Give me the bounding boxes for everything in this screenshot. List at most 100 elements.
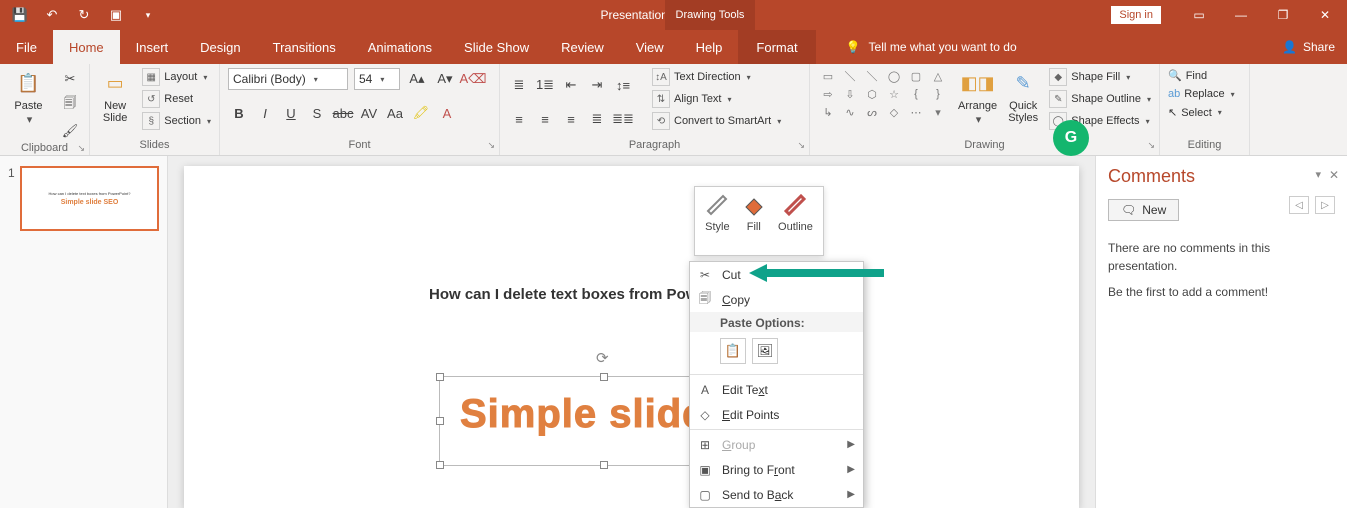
- tab-home[interactable]: Home: [53, 30, 120, 64]
- ctx-copy[interactable]: 🗐Copy: [690, 287, 863, 312]
- shape-freeform-icon[interactable]: ᔕ: [862, 104, 882, 120]
- undo-icon[interactable]: ↶: [42, 5, 62, 25]
- grammarly-badge-icon[interactable]: G: [1053, 120, 1089, 156]
- cut-button[interactable]: ✂: [59, 68, 81, 90]
- resize-handle[interactable]: [436, 373, 444, 381]
- copy-button[interactable]: 🗐: [59, 94, 81, 116]
- new-slide-button[interactable]: ▭ New Slide: [98, 68, 132, 124]
- text-direction-button[interactable]: ↕AText Direction▾: [652, 68, 781, 86]
- highlight-button[interactable]: 🖍: [410, 102, 432, 124]
- restore-icon[interactable]: ❐: [1269, 5, 1297, 25]
- ctx-edit-points[interactable]: ◇Edit Points: [690, 402, 863, 427]
- shape-rectangle-icon[interactable]: ▭: [818, 68, 838, 84]
- dialog-launcher-icon[interactable]: ↘: [1147, 140, 1155, 151]
- bold-button[interactable]: B: [228, 102, 250, 124]
- start-from-beginning-icon[interactable]: ▣: [106, 5, 126, 25]
- tab-review[interactable]: Review: [545, 30, 620, 64]
- replace-button[interactable]: abReplace▾: [1168, 87, 1241, 101]
- tab-format[interactable]: Format: [738, 30, 815, 64]
- tab-file[interactable]: File: [0, 30, 53, 64]
- pane-options-icon[interactable]: ▾: [1315, 168, 1321, 181]
- shape-more2-icon[interactable]: ▾: [928, 104, 948, 120]
- close-icon[interactable]: ✕: [1311, 5, 1339, 25]
- shape-more-icon[interactable]: ⋯: [906, 104, 926, 120]
- bullets-button[interactable]: ≣: [508, 74, 530, 96]
- paste-use-destination-theme[interactable]: 📋: [720, 338, 746, 364]
- resize-handle[interactable]: [436, 417, 444, 425]
- mini-style-button[interactable]: Style: [705, 193, 729, 253]
- slide-thumbnail-1[interactable]: How can I delete text boxes from PowerPo…: [20, 166, 159, 231]
- tab-slideshow[interactable]: Slide Show: [448, 30, 545, 64]
- tab-design[interactable]: Design: [184, 30, 256, 64]
- paste-picture[interactable]: 🖼: [752, 338, 778, 364]
- slide-thumbnail-pane[interactable]: 1 How can I delete text boxes from Power…: [0, 156, 168, 508]
- font-name-combo[interactable]: Calibri (Body)▾: [228, 68, 348, 90]
- ribbon-display-options-icon[interactable]: ▭: [1185, 5, 1213, 25]
- italic-button[interactable]: I: [254, 102, 276, 124]
- reset-button[interactable]: ↺Reset: [142, 90, 211, 108]
- dialog-launcher-icon[interactable]: ↘: [797, 140, 805, 151]
- layout-button[interactable]: ▦Layout▾: [142, 68, 211, 86]
- shape-arrow2-icon[interactable]: ⇩: [840, 86, 860, 102]
- section-button[interactable]: §Section▾: [142, 112, 211, 130]
- dialog-launcher-icon[interactable]: ↘: [487, 140, 495, 151]
- columns-button[interactable]: ≣≣: [612, 108, 634, 130]
- select-button[interactable]: ↖Select▾: [1168, 105, 1241, 120]
- ctx-bring-to-front[interactable]: ▣Bring to Front▶: [690, 457, 863, 482]
- underline-button[interactable]: U: [280, 102, 302, 124]
- save-icon[interactable]: 💾: [10, 5, 30, 25]
- slide-surface[interactable]: Style Fill Outline How can I delete text…: [184, 166, 1079, 508]
- find-button[interactable]: 🔍Find: [1168, 68, 1241, 83]
- align-right-button[interactable]: ≡: [560, 108, 582, 130]
- tab-animations[interactable]: Animations: [352, 30, 448, 64]
- shape-callout-icon[interactable]: ◇: [884, 104, 904, 120]
- sign-in-button[interactable]: Sign in: [1111, 6, 1161, 24]
- strikethrough-button[interactable]: abc: [332, 102, 354, 124]
- clear-formatting-icon[interactable]: A⌫: [462, 68, 484, 90]
- numbering-button[interactable]: 1≣: [534, 74, 556, 96]
- shape-fill-button[interactable]: ◆Shape Fill▾: [1049, 68, 1151, 86]
- align-text-button[interactable]: ⇅Align Text▾: [652, 90, 781, 108]
- font-size-combo[interactable]: 54▾: [354, 68, 400, 90]
- shape-triangle-icon[interactable]: △: [928, 68, 948, 84]
- shape-arrow-icon[interactable]: ⇨: [818, 86, 838, 102]
- font-color-button[interactable]: A: [436, 102, 458, 124]
- resize-handle[interactable]: [436, 461, 444, 469]
- line-spacing-button[interactable]: ↕≡: [612, 74, 634, 96]
- shape-hex-icon[interactable]: ⬡: [862, 86, 882, 102]
- shape-outline-button[interactable]: ✎Shape Outline▾: [1049, 90, 1151, 108]
- ctx-send-to-back[interactable]: ▢Send to Back▶: [690, 482, 863, 507]
- shape-brace2-icon[interactable]: }: [928, 86, 948, 102]
- shape-connector-icon[interactable]: ↳: [818, 104, 838, 120]
- shape-curve-icon[interactable]: ∿: [840, 104, 860, 120]
- shape-brace-icon[interactable]: {: [906, 86, 926, 102]
- align-center-button[interactable]: ≡: [534, 108, 556, 130]
- shapes-gallery[interactable]: ▭ ＼ ＼ ◯ ▢ △ ⇨ ⇩ ⬡ ☆ { } ↳ ∿ ᔕ ◇ ⋯ ▾: [818, 68, 948, 120]
- tab-help[interactable]: Help: [680, 30, 739, 64]
- resize-handle[interactable]: [600, 373, 608, 381]
- convert-smartart-button[interactable]: ⟲Convert to SmartArt▾: [652, 112, 781, 130]
- tab-view[interactable]: View: [620, 30, 680, 64]
- ctx-edit-text[interactable]: AEdit Text: [690, 377, 863, 402]
- format-painter-button[interactable]: 🖌: [59, 120, 81, 142]
- shape-oval-icon[interactable]: ◯: [884, 68, 904, 84]
- decrease-font-icon[interactable]: A▾: [434, 68, 456, 90]
- dialog-launcher-icon[interactable]: ↘: [77, 143, 85, 154]
- minimize-icon[interactable]: —: [1227, 5, 1255, 25]
- next-comment-icon[interactable]: ▷: [1315, 196, 1335, 214]
- increase-indent-button[interactable]: ⇥: [586, 74, 608, 96]
- justify-button[interactable]: ≣: [586, 108, 608, 130]
- ctx-cut[interactable]: ✂Cut: [690, 262, 863, 287]
- rotation-handle-icon[interactable]: ⟳: [596, 349, 612, 365]
- increase-font-icon[interactable]: A▴: [406, 68, 428, 90]
- resize-handle[interactable]: [600, 461, 608, 469]
- shape-line2-icon[interactable]: ＼: [862, 68, 882, 84]
- change-case-button[interactable]: Aa: [384, 102, 406, 124]
- quick-styles-button[interactable]: ✎ Quick Styles: [1007, 68, 1039, 124]
- character-spacing-button[interactable]: AV: [358, 102, 380, 124]
- shape-square-icon[interactable]: ▢: [906, 68, 926, 84]
- shape-star-icon[interactable]: ☆: [884, 86, 904, 102]
- decrease-indent-button[interactable]: ⇤: [560, 74, 582, 96]
- mini-outline-button[interactable]: Outline: [778, 193, 813, 253]
- qat-customize-icon[interactable]: ▾: [138, 5, 158, 25]
